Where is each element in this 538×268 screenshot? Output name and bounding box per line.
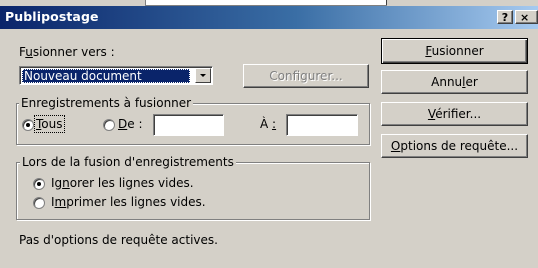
cancel-button[interactable]: Annuler: [381, 70, 528, 94]
help-icon: ?: [501, 11, 509, 24]
to-record-label: À :: [260, 117, 277, 131]
radio-from-label[interactable]: De :: [118, 117, 143, 131]
radio-from-records[interactable]: [103, 119, 115, 131]
radio-print-blank-lines-label[interactable]: Imprimer les lignes vides.: [51, 195, 206, 209]
title-bar[interactable]: Publipostage ? ×: [0, 6, 538, 29]
records-group-legend: Enregistrements à fusionner: [19, 96, 194, 110]
radio-all-records[interactable]: [22, 119, 34, 131]
blank-lines-group: [16, 162, 370, 220]
help-button[interactable]: ?: [497, 10, 513, 24]
merge-to-selected-value: Nouveau document: [22, 69, 190, 83]
query-options-button[interactable]: Options de requête...: [381, 134, 528, 158]
from-record-input[interactable]: [153, 114, 224, 136]
radio-ignore-blank-lines-label[interactable]: Ignorer les lignes vides.: [51, 176, 194, 190]
close-button[interactable]: ×: [515, 10, 538, 24]
merge-to-label: Fusionner vers :: [19, 45, 115, 59]
radio-ignore-blank-lines[interactable]: [33, 178, 45, 190]
radio-all-records-label[interactable]: Tous: [34, 115, 65, 133]
check-errors-button[interactable]: Vérifier...: [381, 102, 528, 126]
close-icon: ×: [520, 11, 530, 24]
chevron-down-icon[interactable]: [195, 68, 211, 83]
merge-button[interactable]: Fusionner: [381, 38, 528, 64]
merge-to-dropdown[interactable]: Nouveau document: [19, 66, 213, 85]
radio-print-blank-lines[interactable]: [33, 197, 45, 209]
window-title: Publipostage: [5, 9, 99, 24]
blank-lines-group-legend: Lors de la fusion d'enregistrements: [20, 155, 236, 169]
to-record-input[interactable]: [286, 114, 358, 136]
query-status-text: Pas d'options de requête actives.: [19, 233, 218, 247]
configure-button[interactable]: Configurer...: [243, 64, 369, 88]
